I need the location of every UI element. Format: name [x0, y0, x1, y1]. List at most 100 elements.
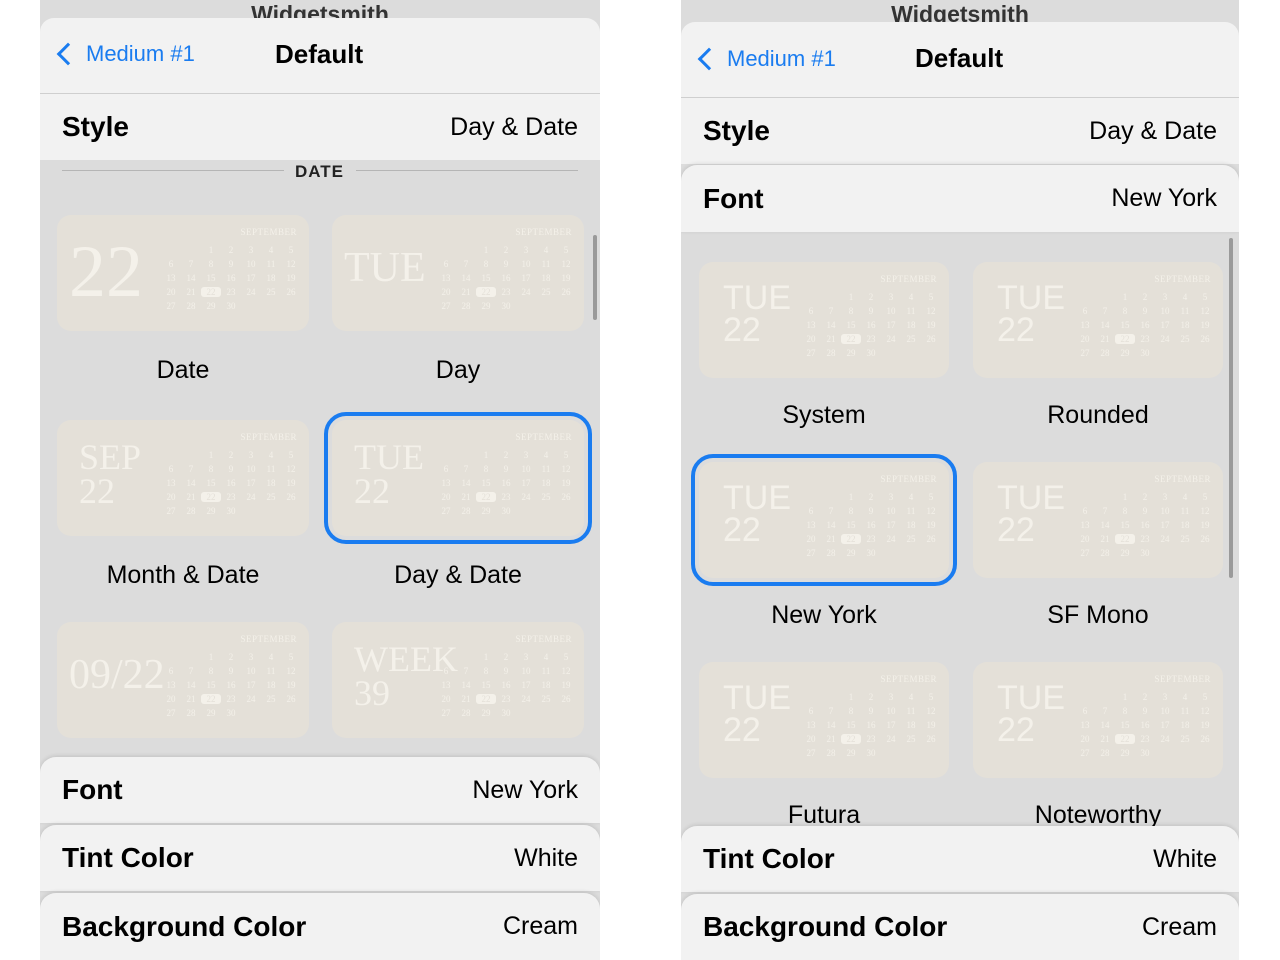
calendar-day: 23 — [226, 492, 236, 502]
widget-preview-text: 09/22 — [69, 654, 165, 696]
calendar-day: 14 — [1100, 320, 1110, 330]
calendar-day: 7 — [188, 666, 194, 676]
calendar-day: 20 — [166, 694, 176, 704]
nav-header: Medium #1 Default — [40, 18, 600, 94]
calendar-day: 6 — [808, 706, 814, 716]
calendar-day — [181, 652, 201, 662]
widget-option[interactable]: TUE 22 SEPTEMBER 1 2 3 4 5 6 7 8 9 10 11 12 13 14 15 16 17 1… — [699, 262, 949, 378]
font-value: New York — [472, 775, 578, 804]
style-row[interactable]: Style Day & Date — [40, 94, 600, 160]
calendar-day — [536, 506, 556, 516]
calendar-month: SEPTEMBER — [515, 634, 572, 644]
calendar-day: 29 — [481, 301, 491, 311]
calendar-day: 5 — [288, 450, 294, 460]
calendar-day: 23 — [1140, 334, 1150, 344]
calendar-day — [1155, 348, 1175, 358]
calendar-day: 19 — [926, 320, 936, 330]
mini-calendar: SEPTEMBER 1 2 3 4 5 6 7 8 9 10 11 12 13 14 15 16 17 18 19 20… — [436, 227, 576, 327]
widget-preview-text: SEP 22 — [79, 439, 141, 509]
scrollbar[interactable] — [593, 235, 597, 320]
calendar-day: 26 — [561, 694, 571, 704]
calendar-day: 24 — [1160, 534, 1170, 544]
calendar-day: 23 — [501, 287, 511, 297]
back-label: Medium #1 — [86, 41, 195, 66]
style-value: Day & Date — [450, 112, 578, 141]
calendar-day: 19 — [286, 273, 296, 283]
calendar-day: 9 — [1142, 306, 1148, 316]
calendar-month: SEPTEMBER — [515, 227, 572, 237]
widget-option[interactable]: 09/22 SEPTEMBER 1 2 3 4 5 6 7 8 9 10 11 12 13 14 15 16 17 1… — [57, 622, 309, 738]
calendar-day — [1195, 748, 1215, 758]
calendar-month: SEPTEMBER — [240, 634, 297, 644]
calendar-day: 18 — [266, 478, 276, 488]
calendar-day: 17 — [1160, 720, 1170, 730]
widget-option[interactable]: TUE 22 SEPTEMBER 1 2 3 4 5 6 7 8 9 10 11 12 13 14 15 16 17 1… — [973, 462, 1223, 578]
back-button[interactable]: Medium #1 — [56, 41, 195, 67]
calendar-day: 4 — [543, 652, 549, 662]
calendar-day: 2 — [1142, 492, 1148, 502]
widget-preview-text: TUE — [344, 247, 426, 289]
widget-option[interactable]: TUE 22 SEPTEMBER 1 2 3 4 5 6 7 8 9 10 11 12 13 14 15 16 17 1… — [691, 454, 957, 586]
calendar-day: 7 — [1102, 506, 1108, 516]
calendar-day: 24 — [1160, 734, 1170, 744]
mini-calendar: SEPTEMBER 1 2 3 4 5 6 7 8 9 10 11 12 13 14 15 16 17 18 19 20… — [1075, 674, 1215, 774]
preview-line-2: 22 — [997, 311, 1035, 350]
calendar-day: 10 — [521, 666, 531, 676]
calendar-day: 3 — [888, 692, 894, 702]
widget-option[interactable]: TUE 22 SEPTEMBER 1 2 3 4 5 6 7 8 9 10 11 12 13 14 15 16 17 1… — [973, 662, 1223, 778]
scrollbar[interactable] — [1229, 238, 1233, 578]
background-color-row[interactable]: Background Color Cream — [681, 894, 1239, 960]
widget-option[interactable]: 22 SEPTEMBER 1 2 3 4 5 6 7 8 9 10 11 12 13 14 15 16 17 18 19… — [57, 215, 309, 331]
widget-option[interactable]: TUE SEPTEMBER 1 2 3 4 5 6 7 8 9 10 11 12 13 14 15 16 17 18 1… — [332, 215, 584, 331]
calendar-day: 16 — [1140, 320, 1150, 330]
calendar-day: 29 — [481, 708, 491, 718]
calendar-day: 15 — [481, 273, 491, 283]
calendar-day: 5 — [1202, 492, 1208, 502]
mini-calendar: SEPTEMBER 1 2 3 4 5 6 7 8 9 10 11 12 13 14 15 16 17 18 19 20… — [801, 474, 941, 574]
calendar-day: 14 — [461, 680, 471, 690]
back-button[interactable]: Medium #1 — [697, 46, 836, 72]
calendar-day: 29 — [1120, 748, 1130, 758]
page-title: Default — [275, 39, 364, 69]
font-row[interactable]: Font New York — [681, 165, 1239, 232]
calendar-grid: 1 2 3 4 5 6 7 8 9 10 11 12 13 14 15 16 17 18 19 20 21 22 23 24 2… — [1075, 692, 1215, 758]
calendar-day: 1 — [1122, 692, 1128, 702]
calendar-day — [181, 245, 201, 255]
calendar-day — [261, 506, 281, 516]
tint-color-row[interactable]: Tint Color White — [40, 825, 600, 891]
background-color-row[interactable]: Background Color Cream — [40, 893, 600, 960]
calendar-day: 25 — [906, 534, 916, 544]
mini-calendar: SEPTEMBER 1 2 3 4 5 6 7 8 9 10 11 12 13 14 15 16 17 18 19 20… — [1075, 474, 1215, 574]
calendar-month: SEPTEMBER — [880, 274, 937, 284]
tint-color-row[interactable]: Tint Color White — [681, 826, 1239, 892]
calendar-day: 9 — [868, 506, 874, 516]
calendar-day: 29 — [206, 301, 216, 311]
calendar-day: 10 — [521, 259, 531, 269]
font-row[interactable]: Font New York — [40, 757, 600, 823]
background-color-label: Background Color — [62, 910, 307, 942]
calendar-day: 28 — [461, 301, 471, 311]
preview-line-1: TUE — [354, 437, 424, 477]
calendar-day: 10 — [246, 464, 256, 474]
calendar-day: 30 — [1140, 348, 1150, 358]
calendar-day: 25 — [541, 492, 551, 502]
widget-option[interactable]: TUE 22 SEPTEMBER 1 2 3 4 5 6 7 8 9 10 11 12 13 14 15 16 17 1… — [973, 262, 1223, 378]
calendar-day: 29 — [1120, 548, 1130, 558]
calendar-day: 17 — [521, 273, 531, 283]
widget-option[interactable]: TUE 22 SEPTEMBER 1 2 3 4 5 6 7 8 9 10 11 12 13 14 15 16 17 1… — [699, 662, 949, 778]
style-row[interactable]: Style Day & Date — [681, 98, 1239, 164]
preview-line-2: 22 — [723, 711, 761, 750]
calendar-day: 3 — [888, 292, 894, 302]
calendar-day: 30 — [1140, 548, 1150, 558]
calendar-day: 4 — [1182, 692, 1188, 702]
calendar-day: 15 — [1120, 520, 1130, 530]
widget-option[interactable]: SEP 22 SEPTEMBER 1 2 3 4 5 6 7 8 9 10 11 12 13 14 15 16 17 1… — [57, 420, 309, 536]
calendar-day: 11 — [541, 259, 551, 269]
widget-option[interactable]: TUE 22 SEPTEMBER 1 2 3 4 5 6 7 8 9 10 11 12 13 14 15 16 17 1… — [324, 412, 592, 544]
calendar-day: 6 — [443, 464, 449, 474]
calendar-month: SEPTEMBER — [240, 227, 297, 237]
calendar-day — [556, 708, 576, 718]
widget-option[interactable]: WEEK 39 SEPTEMBER 1 2 3 4 5 6 7 8 9 10 11 12 13 14 15 16 17… — [332, 622, 584, 738]
calendar-month: SEPTEMBER — [1154, 274, 1211, 284]
calendar-day: 14 — [186, 680, 196, 690]
